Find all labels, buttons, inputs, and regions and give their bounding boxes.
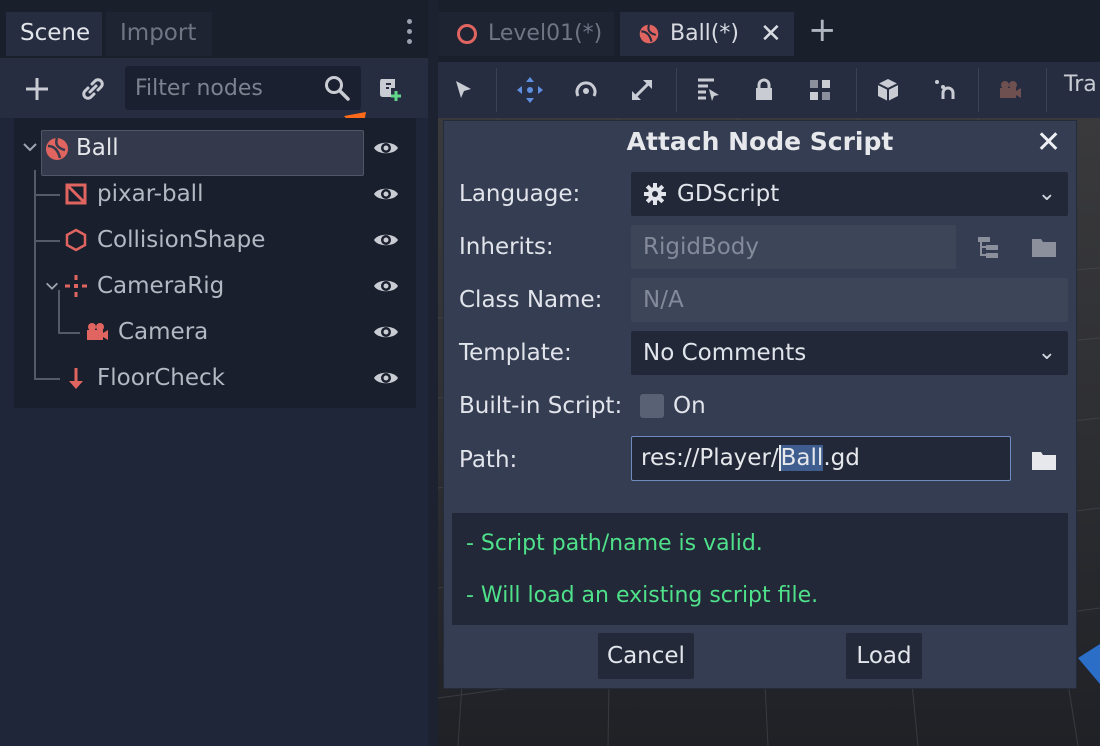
close-tab-icon[interactable]: ✕ (760, 12, 782, 56)
tree-node-pixar-ball[interactable]: pixar-ball (14, 172, 416, 216)
visibility-eye-icon[interactable] (372, 274, 400, 298)
class-name-label: Class Name: (459, 287, 603, 313)
scale-tool-icon[interactable] (622, 70, 662, 110)
chevron-down-icon: ⌄ (1037, 181, 1056, 206)
tree-node-label: CollisionShape (97, 227, 266, 253)
dialog-title: Attach Node Script (626, 127, 894, 156)
class-tree-icon[interactable] (976, 235, 1002, 259)
instance-scene-link-icon[interactable] (72, 68, 114, 110)
list-select-icon[interactable] (688, 70, 728, 110)
tab-level01[interactable]: Level01(*) (438, 12, 614, 56)
rigid-body-ball-icon (46, 137, 68, 160)
attach-node-script-dialog: Attach Node Script ✕ Language: GDScript … (444, 121, 1076, 688)
transform-menu[interactable]: Tra (1064, 72, 1097, 97)
visibility-eye-icon[interactable] (372, 366, 400, 390)
load-button[interactable]: Load (846, 633, 922, 679)
tree-node-ball[interactable]: Ball (14, 126, 416, 176)
visibility-eye-icon[interactable] (372, 228, 400, 252)
path-prefix: res://Player/ (641, 445, 779, 471)
scene-tree: Ball pixar-ball CollisionShape CameraRig… (14, 118, 416, 408)
path-label: Path: (459, 447, 518, 473)
folder-icon[interactable] (1031, 235, 1057, 259)
visibility-eye-icon[interactable] (372, 182, 400, 206)
close-dialog-icon[interactable]: ✕ (1036, 125, 1061, 160)
tab-label: Ball(*) (670, 21, 739, 46)
group-icon[interactable] (800, 70, 840, 110)
search-icon (325, 76, 350, 101)
lock-icon[interactable] (744, 70, 784, 110)
validation-message: - Script path/name is valid. (466, 531, 763, 556)
path-input[interactable]: res://Player/Ball.gd (631, 436, 1011, 481)
editor-tabbar: Level01(*) Ball(*) ✕ + (438, 0, 1100, 62)
attach-script-icon[interactable] (368, 68, 410, 110)
inherits-field[interactable]: RigidBody (631, 225, 956, 269)
scene-dock: Scene Import Ball (0, 0, 428, 746)
tab-scene[interactable]: Scene (6, 12, 102, 56)
camera-preview-icon[interactable] (990, 70, 1030, 110)
mesh-instance-icon (65, 183, 87, 205)
builtin-checkbox-label[interactable]: On (673, 393, 706, 419)
rigid-body-ball-icon (639, 24, 659, 44)
gear-icon (644, 183, 666, 205)
validation-messages: - Script path/name is valid. - Will load… (452, 513, 1068, 625)
move-tool-icon[interactable] (510, 70, 550, 110)
snap-floor-icon[interactable] (924, 70, 964, 110)
visibility-eye-icon[interactable] (372, 320, 400, 344)
spatial-node-icon (65, 275, 87, 297)
collapse-arrow-icon[interactable] (21, 138, 39, 156)
tab-label: Level01(*) (488, 21, 603, 46)
tab-ball[interactable]: Ball(*) ✕ (620, 12, 794, 56)
add-node-icon[interactable] (16, 68, 58, 110)
template-select[interactable]: No Comments ⌄ (631, 331, 1068, 375)
collapse-arrow-icon[interactable] (44, 278, 60, 294)
chevron-down-icon: ⌄ (1037, 340, 1056, 365)
tree-node-label: CameraRig (97, 273, 225, 299)
builtin-script-checkbox[interactable] (640, 394, 664, 418)
tree-node-floor-check[interactable]: FloorCheck (14, 356, 416, 400)
path-suffix: .gd (823, 445, 860, 471)
language-value: GDScript (677, 181, 780, 207)
class-name-field[interactable]: N/A (631, 278, 1068, 322)
scene-circle-icon (457, 24, 477, 44)
collision-shape-icon (65, 228, 87, 252)
camera-icon (87, 323, 108, 340)
path-selection: Ball (778, 445, 824, 471)
builtin-script-label: Built-in Script: (459, 393, 623, 419)
add-tab-icon[interactable]: + (808, 10, 837, 50)
select-tool-icon[interactable] (444, 70, 484, 110)
template-value: No Comments (643, 340, 807, 366)
editor-toolbar: Tra (438, 62, 1100, 118)
visibility-eye-icon[interactable] (372, 136, 400, 160)
tree-node-camera[interactable]: Camera (14, 310, 416, 354)
tree-node-camera-rig[interactable]: CameraRig (14, 264, 416, 308)
folder-icon[interactable] (1031, 448, 1057, 472)
raycast-icon (69, 368, 83, 389)
dock-menu-icon[interactable] (402, 16, 416, 50)
template-label: Template: (459, 340, 572, 366)
tab-import[interactable]: Import (106, 12, 212, 56)
filter-nodes-input[interactable] (125, 66, 315, 110)
snap-object-icon[interactable] (868, 70, 908, 110)
tree-node-label: FloorCheck (97, 365, 225, 391)
tree-node-label: Camera (118, 319, 209, 345)
rotate-tool-icon[interactable] (566, 70, 606, 110)
tree-node-label: Ball (76, 135, 119, 161)
inherits-label: Inherits: (459, 234, 554, 260)
language-select[interactable]: GDScript ⌄ (631, 172, 1068, 216)
language-label: Language: (459, 181, 581, 207)
scene-dock-tabbar: Scene Import (0, 0, 428, 58)
validation-message: - Will load an existing script file. (466, 583, 819, 608)
tree-node-collision-shape[interactable]: CollisionShape (14, 218, 416, 262)
tree-node-label: pixar-ball (97, 181, 204, 207)
cancel-button[interactable]: Cancel (598, 633, 694, 679)
